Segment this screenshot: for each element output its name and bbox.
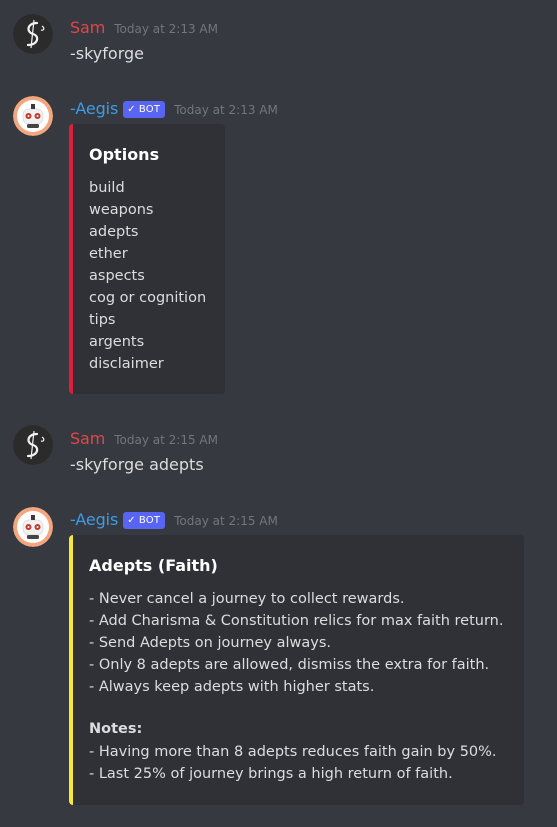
message-text: -skyforge bbox=[70, 44, 144, 63]
embed-line: disclaimer bbox=[89, 356, 164, 372]
bot-tag: ✓ BOT bbox=[123, 101, 166, 118]
bot-avatar[interactable] bbox=[13, 96, 53, 136]
timestamp: Today at 2:13 AM bbox=[114, 22, 218, 36]
embed-line: build bbox=[89, 180, 125, 196]
username[interactable]: -Aegis bbox=[70, 510, 118, 529]
embed-line: aspects bbox=[89, 268, 145, 284]
embed-line: argents bbox=[89, 334, 145, 350]
embed-line: weapons bbox=[89, 202, 154, 218]
embed-notes-list: - Having more than 8 adepts reduces fait… bbox=[89, 741, 497, 785]
sam-avatar[interactable] bbox=[13, 425, 53, 465]
message-text: -skyforge adepts bbox=[70, 455, 204, 474]
timestamp: Today at 2:13 AM bbox=[174, 103, 278, 117]
embed-line: - Last 25% of journey brings a high retu… bbox=[89, 766, 453, 782]
embed-line: - Never cancel a journey to collect rewa… bbox=[89, 591, 405, 607]
embed-title: Adepts (Faith) bbox=[89, 556, 218, 575]
embed-line: ether bbox=[89, 246, 128, 262]
chat-log: Sam Today at 2:13 AM -skyforge -Aegis ✓ bbox=[0, 0, 557, 827]
embed-options-list: build weapons adepts ether aspects cog o… bbox=[89, 177, 206, 375]
embed-adepts: Adepts (Faith) - Never cancel a journey … bbox=[69, 535, 524, 805]
notes-title: Notes: bbox=[89, 721, 143, 737]
embed-tips-list: - Never cancel a journey to collect rewa… bbox=[89, 588, 503, 698]
embed-line: - Only 8 adepts are allowed, dismiss the… bbox=[89, 657, 490, 673]
embed-options: Options build weapons adepts ether aspec… bbox=[69, 124, 225, 394]
embed-line: - Add Charisma & Constitution relics for… bbox=[89, 613, 504, 629]
embed-line: cog or cognition bbox=[89, 290, 207, 306]
embed-title: Options bbox=[89, 145, 160, 164]
bot-avatar[interactable] bbox=[13, 507, 53, 547]
username[interactable]: Sam bbox=[70, 18, 105, 37]
checkmark-icon: ✓ bbox=[127, 104, 136, 115]
embed-line: - Send Adepts on journey always. bbox=[89, 635, 331, 651]
bot-tag: ✓ BOT bbox=[123, 512, 166, 529]
embed-accent-bar bbox=[69, 124, 73, 394]
embed-line: - Having more than 8 adepts reduces fait… bbox=[89, 744, 497, 760]
bot-tag-label: BOT bbox=[138, 104, 161, 115]
embed-line: - Always keep adepts with higher stats. bbox=[89, 679, 375, 695]
username[interactable]: -Aegis bbox=[70, 99, 118, 118]
embed-accent-bar bbox=[69, 535, 73, 805]
embed-line: adepts bbox=[89, 224, 139, 240]
username[interactable]: Sam bbox=[70, 429, 105, 448]
embed-line: tips bbox=[89, 312, 116, 328]
timestamp: Today at 2:15 AM bbox=[174, 514, 278, 528]
checkmark-icon: ✓ bbox=[127, 515, 136, 526]
sam-avatar[interactable] bbox=[13, 14, 53, 54]
bot-tag-label: BOT bbox=[138, 515, 161, 526]
timestamp: Today at 2:15 AM bbox=[114, 433, 218, 447]
